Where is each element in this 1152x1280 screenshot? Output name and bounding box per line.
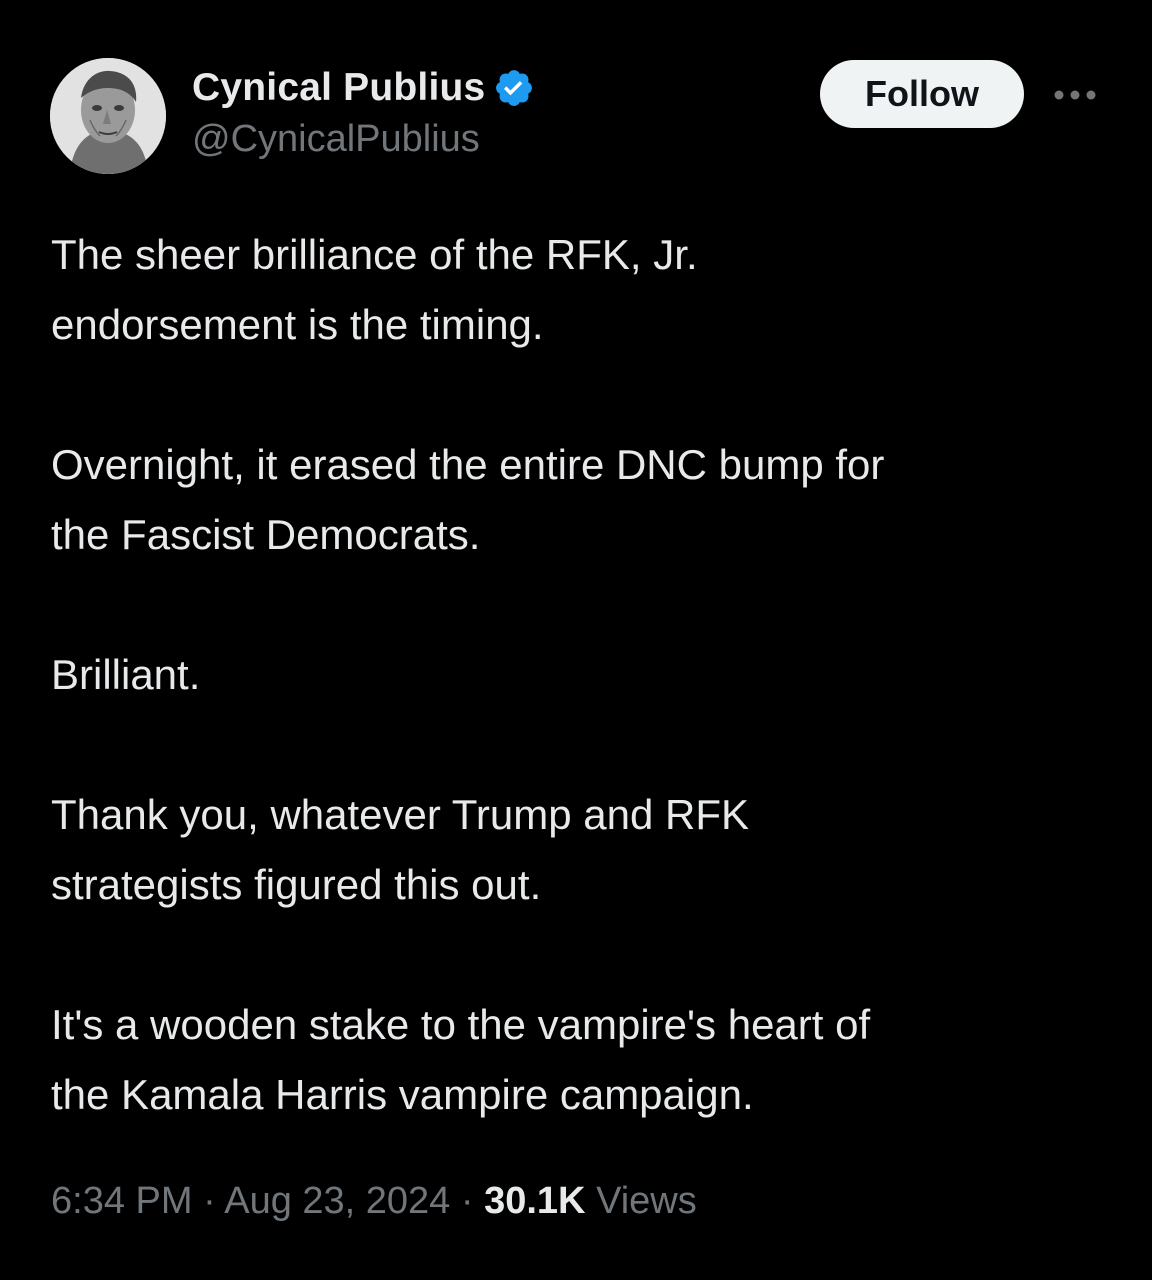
views-count[interactable]: 30.1K [484, 1180, 585, 1222]
meta-separator: · [203, 1180, 216, 1222]
post-date[interactable]: Aug 23, 2024 [224, 1180, 450, 1222]
user-handle[interactable]: @CynicalPublius [192, 118, 535, 161]
verified-badge-icon[interactable] [493, 67, 535, 109]
tweet-paragraph: Thank you, whatever Trump and RFK strate… [51, 791, 749, 908]
tweet: Cynical Publius @CynicalPublius Follow T… [0, 0, 1152, 1280]
display-name[interactable]: Cynical Publius [192, 66, 485, 110]
follow-button[interactable]: Follow [820, 60, 1024, 128]
avatar[interactable] [50, 58, 166, 174]
meta-separator: · [460, 1180, 474, 1222]
post-time[interactable]: 6:34 PM [51, 1180, 193, 1222]
tweet-paragraph: Overnight, it erased the entire DNC bump… [51, 441, 885, 558]
name-row: Cynical Publius [192, 62, 535, 114]
views-label: Views [596, 1180, 697, 1222]
tweet-paragraph: The sheer brilliance of the RFK, Jr. end… [51, 231, 698, 348]
tweet-paragraph: Brilliant. [51, 651, 201, 698]
more-horizontal-icon[interactable] [1052, 84, 1098, 106]
tweet-meta: 6:34 PM · Aug 23, 2024 · 30.1K Views [51, 1180, 697, 1223]
tweet-text: The sheer brilliance of the RFK, Jr. end… [51, 220, 1111, 1130]
author-info: Cynical Publius @CynicalPublius [192, 62, 535, 161]
tweet-header: Cynical Publius @CynicalPublius Follow [50, 58, 1110, 178]
avatar-bust-image [50, 58, 166, 174]
tweet-paragraph: It's a wooden stake to the vampire's hea… [51, 1001, 871, 1118]
